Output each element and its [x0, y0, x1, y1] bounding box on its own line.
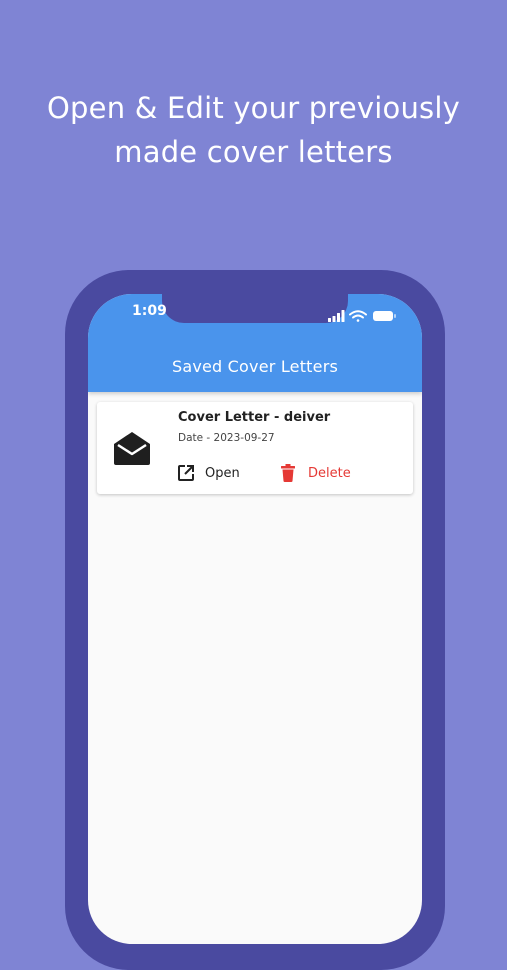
envelope-open-icon — [114, 432, 150, 465]
open-in-new-icon — [178, 465, 194, 481]
app-bar-title: Saved Cover Letters — [171, 357, 339, 376]
phone-screen: 1:09 Saved Cover Letters Cover Letter - … — [88, 294, 422, 944]
status-time: 1:09 — [132, 303, 167, 319]
battery-icon — [373, 311, 396, 321]
phone-notch — [162, 294, 348, 323]
cover-letter-date: Date - 2023-09-27 — [178, 432, 275, 444]
open-button-label: Open — [205, 465, 240, 481]
cover-letter-title: Cover Letter - deiver — [178, 410, 331, 425]
cellular-signal-icon — [328, 310, 345, 322]
trash-icon — [281, 464, 295, 482]
cover-letter-card[interactable]: Cover Letter - deiver Date - 2023-09-27 … — [97, 402, 413, 494]
promo-headline: Open & Edit your previously made cover l… — [0, 86, 507, 174]
delete-button-label: Delete — [308, 465, 351, 481]
wifi-icon — [349, 310, 367, 322]
open-button[interactable]: Open — [177, 462, 240, 484]
status-icons — [328, 310, 396, 322]
promo-headline-line-2: made cover letters — [114, 135, 393, 169]
promo-headline-line-1: Open & Edit your previously — [47, 91, 460, 125]
app-bar: 1:09 Saved Cover Letters — [88, 294, 422, 392]
delete-button[interactable]: Delete — [280, 462, 351, 484]
